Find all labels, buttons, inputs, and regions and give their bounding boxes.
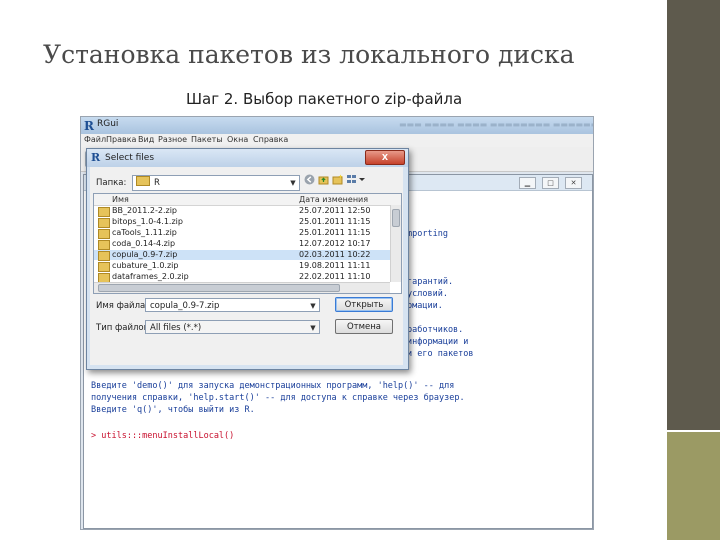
- dialog-titlebar: R Select files X: [87, 149, 408, 167]
- filename-input[interactable]: copula_0.9-7.zip ▼: [145, 298, 320, 312]
- cancel-button[interactable]: Отмена: [335, 319, 393, 334]
- rgui-menubar: Файл Правка Вид Разное Пакеты Окна Справ…: [81, 134, 593, 147]
- maximize-icon[interactable]: □: [542, 177, 559, 189]
- menu-help[interactable]: Справка: [253, 135, 288, 144]
- rgui-titlebar: R RGui ▬▬▬ ▬▬▬▬ ▬▬▬▬ ▬▬▬▬▬▬▬▬ ▬▬▬▬▬▬▬▬: [81, 117, 593, 134]
- folder-icon: [136, 176, 150, 186]
- file-name: coda_0.14-4.zip: [112, 239, 176, 248]
- column-header-date[interactable]: Дата изменения: [299, 194, 368, 205]
- close-icon[interactable]: ✕: [565, 177, 582, 189]
- scrollbar-thumb[interactable]: [98, 284, 340, 292]
- console-line: получения справки, 'help.start()' -- для…: [91, 393, 465, 403]
- slide-title: Установка пакетов из локального диска: [43, 40, 575, 69]
- console-line: информации и: [407, 337, 469, 347]
- file-date: 02.03.2011 10:22: [299, 250, 371, 259]
- file-name: bitops_1.0-4.1.zip: [112, 217, 183, 226]
- up-folder-icon[interactable]: [318, 174, 329, 185]
- file-date: 25.01.2011 11:15: [299, 217, 371, 226]
- folder-zip-icon: [98, 207, 110, 217]
- console-line: рмации.: [407, 301, 443, 311]
- file-name: BB_2011.2-2.zip: [112, 206, 177, 215]
- folder-zip-icon: [98, 240, 110, 250]
- file-row[interactable]: cubature_1.0.zip 19.08.2011 11:11: [94, 261, 390, 272]
- console-line: mporting: [407, 229, 448, 239]
- folder-zip-icon: [98, 229, 110, 239]
- console-line: Введите 'q()', чтобы выйти из R.: [91, 405, 255, 415]
- console-prompt-line: > utils:::menuInstallLocal(): [91, 431, 235, 441]
- dialog-body: Папка: R ▼ Имя Дата изменения BB_2011.2-…: [90, 167, 403, 365]
- file-date: 22.02.2011 11:10: [299, 272, 371, 281]
- chevron-down-icon[interactable]: ▼: [307, 299, 319, 313]
- folder-label: Папка:: [96, 178, 127, 188]
- column-header-name[interactable]: Имя: [112, 194, 129, 205]
- file-row[interactable]: caTools_1.11.zip 25.01.2011 11:15: [94, 228, 390, 239]
- file-row-selected[interactable]: copula_0.9-7.zip 02.03.2011 10:22: [94, 250, 390, 261]
- console-line: гарантий.: [407, 277, 454, 287]
- dialog-title: Select files: [105, 153, 155, 163]
- rgui-screenshot: R RGui ▬▬▬ ▬▬▬▬ ▬▬▬▬ ▬▬▬▬▬▬▬▬ ▬▬▬▬▬▬▬▬ Ф…: [80, 116, 594, 530]
- titlebar-background-text-icon: ▬▬▬ ▬▬▬▬ ▬▬▬▬ ▬▬▬▬▬▬▬▬ ▬▬▬▬▬▬▬▬: [399, 120, 594, 129]
- file-list-header: Имя Дата изменения: [94, 194, 401, 206]
- chevron-down-icon[interactable]: ▼: [287, 176, 299, 190]
- file-name: dataframes_2.0.zip: [112, 272, 189, 281]
- file-date: 25.07.2011 12:50: [299, 206, 371, 215]
- minimize-icon[interactable]: ▁: [519, 177, 536, 189]
- rgui-window-title: RGui: [97, 119, 119, 129]
- folder-zip-icon: [98, 218, 110, 228]
- console-line: Введите 'demo()' для запуска демонстраци…: [91, 381, 455, 391]
- folder-zip-icon: [98, 262, 110, 272]
- r-logo-icon: R: [84, 119, 94, 133]
- menu-misc[interactable]: Разное: [158, 135, 187, 144]
- slide-sidebar-top: [667, 0, 720, 430]
- menu-packages[interactable]: Пакеты: [191, 135, 223, 144]
- console-line: работчиков.: [407, 325, 464, 335]
- menu-edit[interactable]: Правка: [106, 135, 136, 144]
- scrollbar-thumb[interactable]: [392, 209, 400, 227]
- menu-view[interactable]: Вид: [138, 135, 154, 144]
- file-list-vertical-scrollbar[interactable]: [390, 205, 401, 282]
- r-logo-icon: R: [91, 151, 101, 164]
- console-line: и его пакетов: [407, 349, 474, 359]
- file-row[interactable]: bitops_1.0-4.1.zip 25.01.2011 11:15: [94, 217, 390, 228]
- menu-windows[interactable]: Окна: [227, 135, 248, 144]
- select-files-dialog: R Select files X Папка: R ▼ Имя Дата изм…: [86, 148, 409, 370]
- file-list-horizontal-scrollbar[interactable]: [94, 282, 390, 293]
- file-name: cubature_1.0.zip: [112, 261, 179, 270]
- file-row[interactable]: BB_2011.2-2.zip 25.07.2011 12:50: [94, 206, 390, 217]
- file-date: 19.08.2011 11:11: [299, 261, 371, 270]
- filename-label: Имя файла:: [96, 301, 149, 311]
- file-date: 25.01.2011 11:15: [299, 228, 371, 237]
- filename-value: copula_0.9-7.zip: [150, 301, 220, 311]
- file-name: copula_0.9-7.zip: [112, 250, 178, 259]
- view-menu-icon[interactable]: [346, 174, 366, 185]
- slide-sidebar-bottom: [667, 432, 720, 540]
- menu-file[interactable]: Файл: [84, 135, 106, 144]
- folder-zip-icon: [98, 251, 110, 261]
- file-name: caTools_1.11.zip: [112, 228, 177, 237]
- folder-value: R: [154, 178, 160, 188]
- open-button[interactable]: Открыть: [335, 297, 393, 312]
- console-line: условий.: [407, 289, 448, 299]
- file-row[interactable]: coda_0.14-4.zip 12.07.2012 10:17: [94, 239, 390, 250]
- slide-subtitle: Шаг 2. Выбор пакетного zip-файла: [186, 90, 463, 108]
- file-row[interactable]: dataframes_2.0.zip 22.02.2011 11:10: [94, 272, 390, 283]
- file-list[interactable]: Имя Дата изменения BB_2011.2-2.zip 25.07…: [93, 193, 402, 294]
- filetype-value: All files (*.*): [150, 323, 202, 333]
- file-date: 12.07.2012 10:17: [299, 239, 371, 248]
- back-icon[interactable]: [304, 174, 315, 185]
- chevron-down-icon[interactable]: ▼: [307, 321, 319, 335]
- filetype-label: Тип файлов:: [96, 323, 152, 333]
- new-folder-icon[interactable]: [332, 174, 343, 185]
- dialog-close-button[interactable]: X: [365, 150, 405, 165]
- filetype-select[interactable]: All files (*.*) ▼: [145, 320, 320, 334]
- folder-combobox[interactable]: R ▼: [132, 175, 300, 191]
